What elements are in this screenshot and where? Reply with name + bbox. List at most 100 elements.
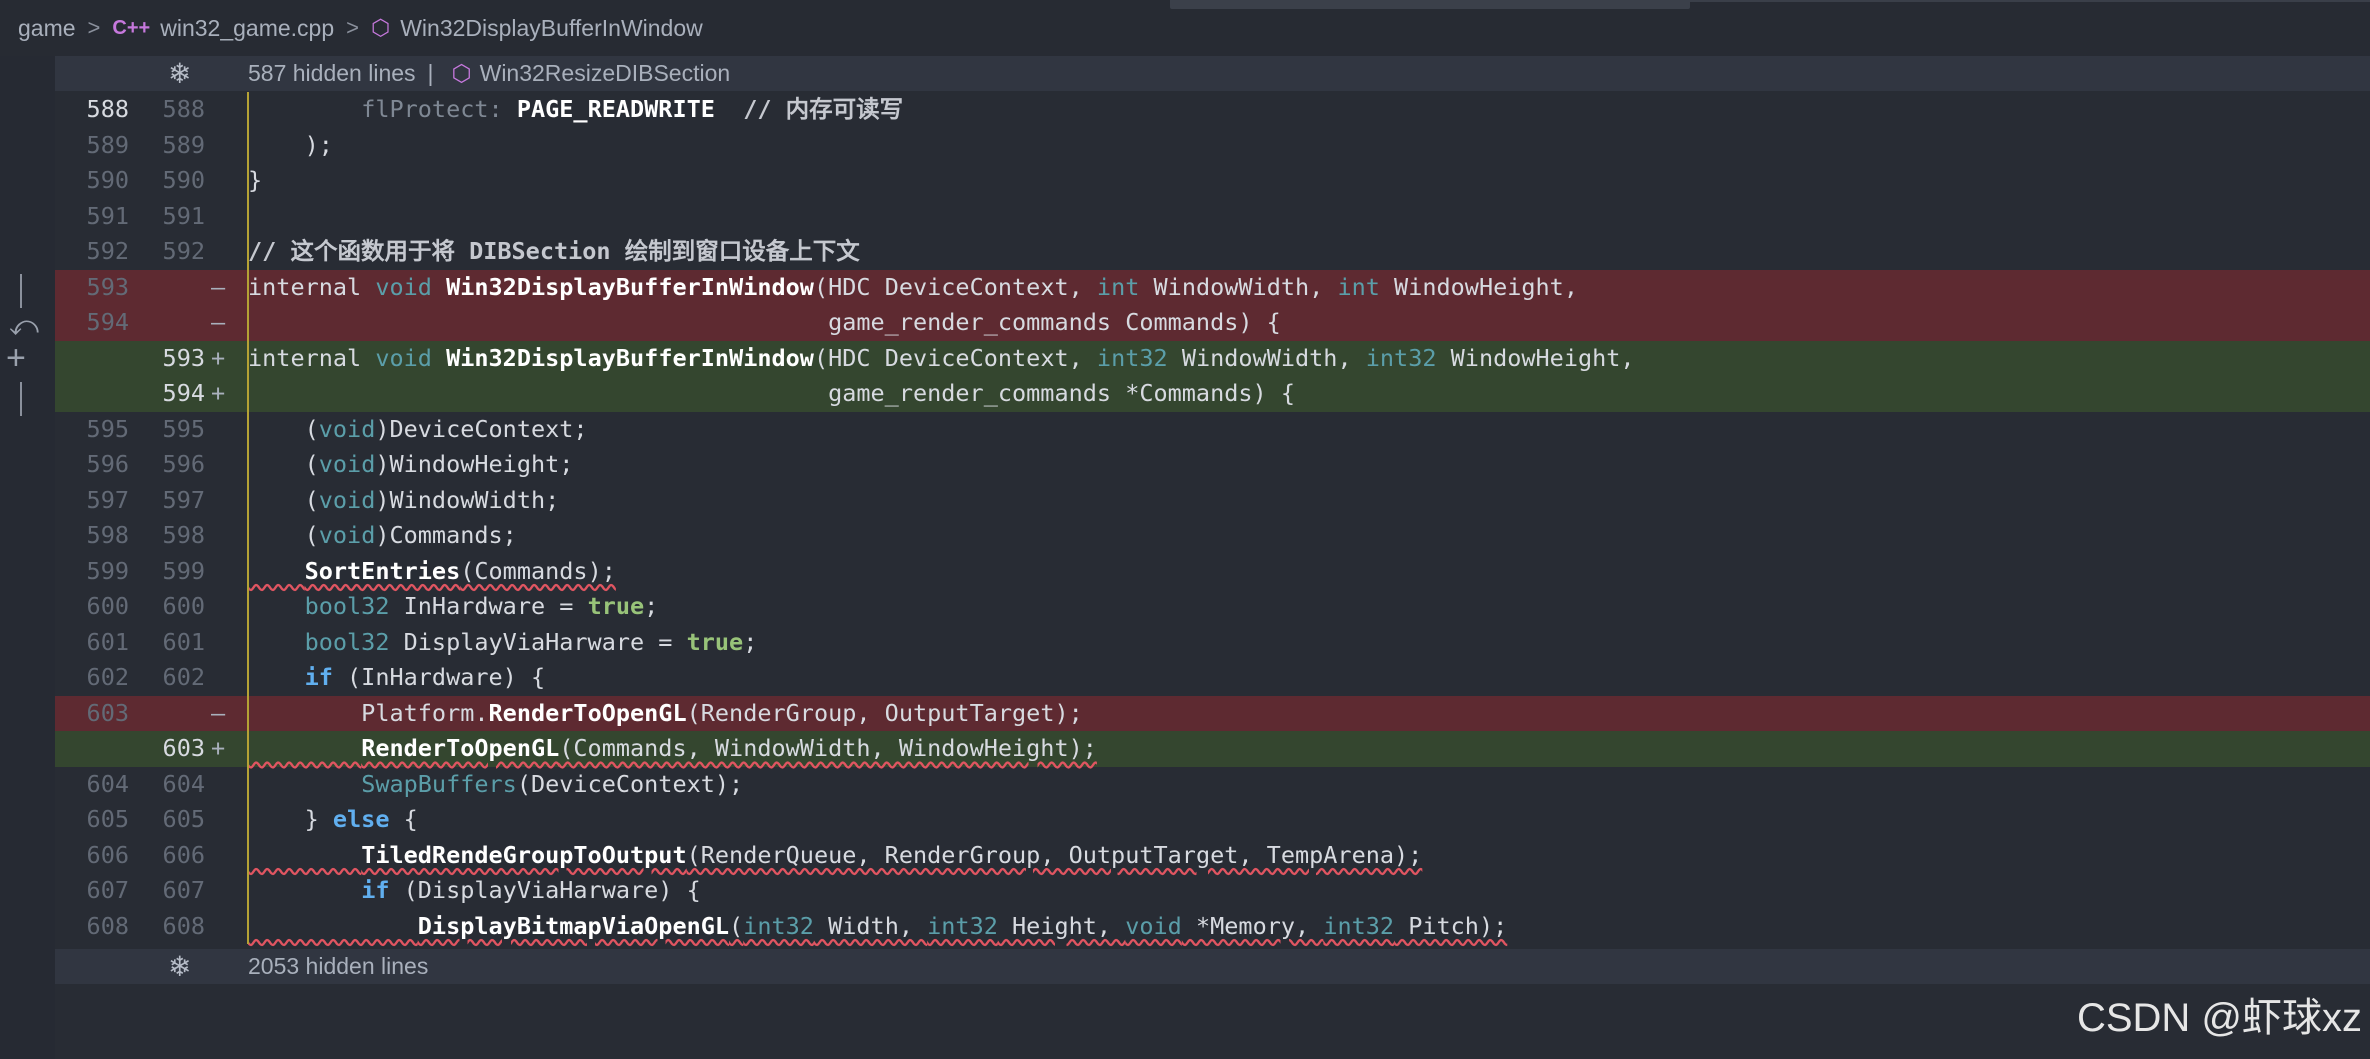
new-line-number: 601 bbox=[162, 627, 205, 656]
code-text[interactable]: internal void Win32DisplayBufferInWindow… bbox=[248, 341, 1635, 377]
minus-icon: — bbox=[211, 272, 226, 301]
code-line[interactable]: 600 600 bool32 InHardware = true; bbox=[55, 589, 2370, 625]
code-line[interactable]: 591 591 bbox=[55, 199, 2370, 235]
code-text[interactable]: // 这个函数用于将 DIBSection 绘制到窗口设备上下文 bbox=[248, 234, 860, 270]
code-line[interactable]: 604 604 SwapBuffers(DeviceContext); bbox=[55, 767, 2370, 803]
unfold-icon[interactable]: ❄ bbox=[168, 57, 191, 90]
code-text[interactable]: (void)Commands; bbox=[248, 518, 517, 554]
code-text[interactable]: TiledRendeGroupToOutput(RenderQueue, Ren… bbox=[248, 838, 1422, 874]
method-cube-icon: ⬡ bbox=[370, 15, 391, 40]
old-line-number: 600 bbox=[86, 592, 129, 620]
breadcrumb-file[interactable]: win32_game.cpp bbox=[160, 15, 334, 42]
chevron-right-icon: > bbox=[87, 15, 101, 40]
code-text[interactable]: SortEntries(Commands); bbox=[248, 554, 616, 590]
code-line[interactable]: 602 602 if (InHardware) { bbox=[55, 660, 2370, 696]
code-text[interactable]: game_render_commands Commands) { bbox=[248, 305, 1281, 341]
old-line-number: 593 bbox=[86, 272, 129, 301]
code-text[interactable]: ); bbox=[248, 128, 333, 164]
fold-separator: | bbox=[427, 60, 434, 86]
change-bar bbox=[20, 274, 22, 308]
chevron-right-icon: > bbox=[346, 15, 359, 40]
code-text[interactable]: (void)WindowHeight; bbox=[248, 447, 574, 483]
breadcrumb-symbol[interactable]: Win32DisplayBufferInWindow bbox=[400, 15, 703, 42]
diff-added-line[interactable]: 603 + RenderToOpenGL(Commands, WindowWidt… bbox=[55, 731, 2370, 767]
diff-removed-line[interactable]: 594 — game_render_commands Commands) { bbox=[55, 305, 2370, 341]
hidden-lines-label: 587 hidden lines bbox=[248, 60, 416, 86]
old-line-number: 603 bbox=[86, 698, 129, 727]
old-line-number: 608 bbox=[86, 911, 129, 940]
minus-icon: — bbox=[211, 308, 226, 336]
code-line[interactable]: 606 606 TiledRendeGroupToOutput(RenderQue… bbox=[55, 838, 2370, 874]
old-line-number: 588 bbox=[86, 95, 129, 123]
change-bar bbox=[20, 382, 22, 416]
code-line[interactable]: 596 596 (void)WindowHeight; bbox=[55, 447, 2370, 483]
code-text[interactable]: (void)WindowWidth; bbox=[248, 483, 560, 519]
code-text[interactable]: DisplayBitmapViaOpenGL(int32 Width, int3… bbox=[248, 909, 1507, 945]
code-text[interactable]: bool32 InHardware = true; bbox=[248, 589, 659, 625]
old-line-number: 601 bbox=[86, 627, 129, 656]
code-text[interactable]: if (InHardware) { bbox=[248, 660, 546, 696]
diff-editor[interactable]: ❄ 587 hidden lines | ⬡ Win32ResizeDIBSec… bbox=[55, 56, 2370, 1059]
unfold-icon[interactable]: ❄ bbox=[168, 950, 191, 983]
code-line[interactable]: 605 605 } else { bbox=[55, 802, 2370, 838]
code-text[interactable]: flProtect: PAGE_READWRITE // 内存可读写 bbox=[248, 92, 903, 128]
indent-guide bbox=[247, 92, 249, 944]
new-line-number: 595 bbox=[162, 414, 205, 443]
revert-icon[interactable]: ⤺ bbox=[9, 312, 39, 340]
new-line-number: 594 bbox=[162, 379, 205, 407]
fold-hidden-lines-top[interactable]: ❄ 587 hidden lines | ⬡ Win32ResizeDIBSec… bbox=[55, 56, 2370, 91]
old-line-number: 589 bbox=[86, 130, 129, 159]
new-line-number: 593 bbox=[162, 343, 205, 372]
code-text[interactable]: } else { bbox=[248, 802, 418, 838]
code-line[interactable]: 588 588 flProtect: PAGE_READWRITE // 内存可读… bbox=[55, 92, 2370, 128]
method-cube-icon: ⬡ bbox=[451, 60, 472, 86]
code-line[interactable]: 595 595 (void)DeviceContext; bbox=[55, 412, 2370, 448]
code-line[interactable]: 608 608 DisplayBitmapViaOpenGL(int32 Widt… bbox=[55, 909, 2370, 945]
cpp-file-icon: C++ bbox=[112, 16, 151, 39]
code-text[interactable]: Platform.RenderToOpenGL(RenderGroup, Out… bbox=[248, 696, 1083, 732]
old-line-number: 606 bbox=[86, 840, 129, 869]
watermark: CSDN @虾球xz bbox=[2076, 996, 2362, 1040]
new-line-number: 597 bbox=[162, 485, 205, 514]
code-line[interactable]: 590 590} bbox=[55, 163, 2370, 199]
new-line-number: 607 bbox=[162, 876, 205, 904]
code-line[interactable]: 597 597 (void)WindowWidth; bbox=[55, 483, 2370, 519]
old-line-number: 595 bbox=[86, 414, 129, 443]
breadcrumb-folder[interactable]: game bbox=[18, 15, 76, 42]
code-text[interactable]: if (DisplayViaHarware) { bbox=[248, 873, 701, 909]
diff-removed-line[interactable]: 603 — Platform.RenderToOpenGL(RenderGroup… bbox=[55, 695, 2370, 732]
diff-removed-line[interactable]: 593 — internal void Win32DisplayBufferInWi… bbox=[55, 269, 2370, 306]
old-line-number: 604 bbox=[86, 769, 129, 798]
minus-icon: — bbox=[211, 698, 226, 727]
code-line[interactable]: 598 598 (void)Commands; bbox=[55, 518, 2370, 554]
new-line-number: 591 bbox=[162, 201, 205, 230]
diff-added-line[interactable]: 594 + game_render_commands *Commands) { bbox=[55, 376, 2370, 412]
code-text[interactable]: (void)DeviceContext; bbox=[248, 412, 588, 448]
plus-icon: + bbox=[211, 379, 226, 407]
code-line[interactable]: 592 592 // 这个函数用于将 DIBSection 绘制到窗口设备上下文 bbox=[55, 234, 2370, 270]
old-line-number: 599 bbox=[86, 556, 129, 585]
code-line[interactable]: 589 589 ); bbox=[55, 128, 2370, 164]
new-line-number: 608 bbox=[162, 911, 205, 940]
new-line-number: 596 bbox=[162, 450, 205, 478]
code-text[interactable]: game_render_commands *Commands) { bbox=[248, 376, 1295, 412]
horizontal-scrollbar-thumb[interactable] bbox=[1170, 0, 1690, 9]
old-line-number: 602 bbox=[86, 663, 129, 691]
new-line-number: 602 bbox=[162, 663, 205, 691]
old-line-number: 592 bbox=[86, 237, 129, 265]
plus-icon: + bbox=[211, 734, 226, 762]
code-text[interactable]: SwapBuffers(DeviceContext); bbox=[248, 767, 743, 803]
code-text[interactable]: internal void Win32DisplayBufferInWindow… bbox=[248, 270, 1578, 306]
fold-hidden-lines-bottom[interactable]: ❄ 2053 hidden lines bbox=[55, 949, 2370, 984]
old-line-number: 598 bbox=[86, 521, 129, 549]
code-text[interactable]: bool32 DisplayViaHarware = true; bbox=[248, 625, 758, 661]
diff-added-line[interactable]: 593 + internal void Win32DisplayBufferInWi… bbox=[55, 340, 2370, 377]
new-line-number: 600 bbox=[162, 592, 205, 620]
code-line[interactable]: 601 601 bool32 DisplayViaHarware = true; bbox=[55, 625, 2370, 661]
plus-icon[interactable]: + bbox=[6, 341, 26, 375]
code-line[interactable]: 599 599 SortEntries(Commands); bbox=[55, 554, 2370, 590]
code-text[interactable]: } bbox=[248, 163, 262, 199]
plus-icon: + bbox=[211, 343, 226, 372]
code-line[interactable]: 607 607 if (DisplayViaHarware) { bbox=[55, 873, 2370, 909]
code-text[interactable]: RenderToOpenGL(Commands, WindowWidth, Wi… bbox=[248, 731, 1097, 767]
